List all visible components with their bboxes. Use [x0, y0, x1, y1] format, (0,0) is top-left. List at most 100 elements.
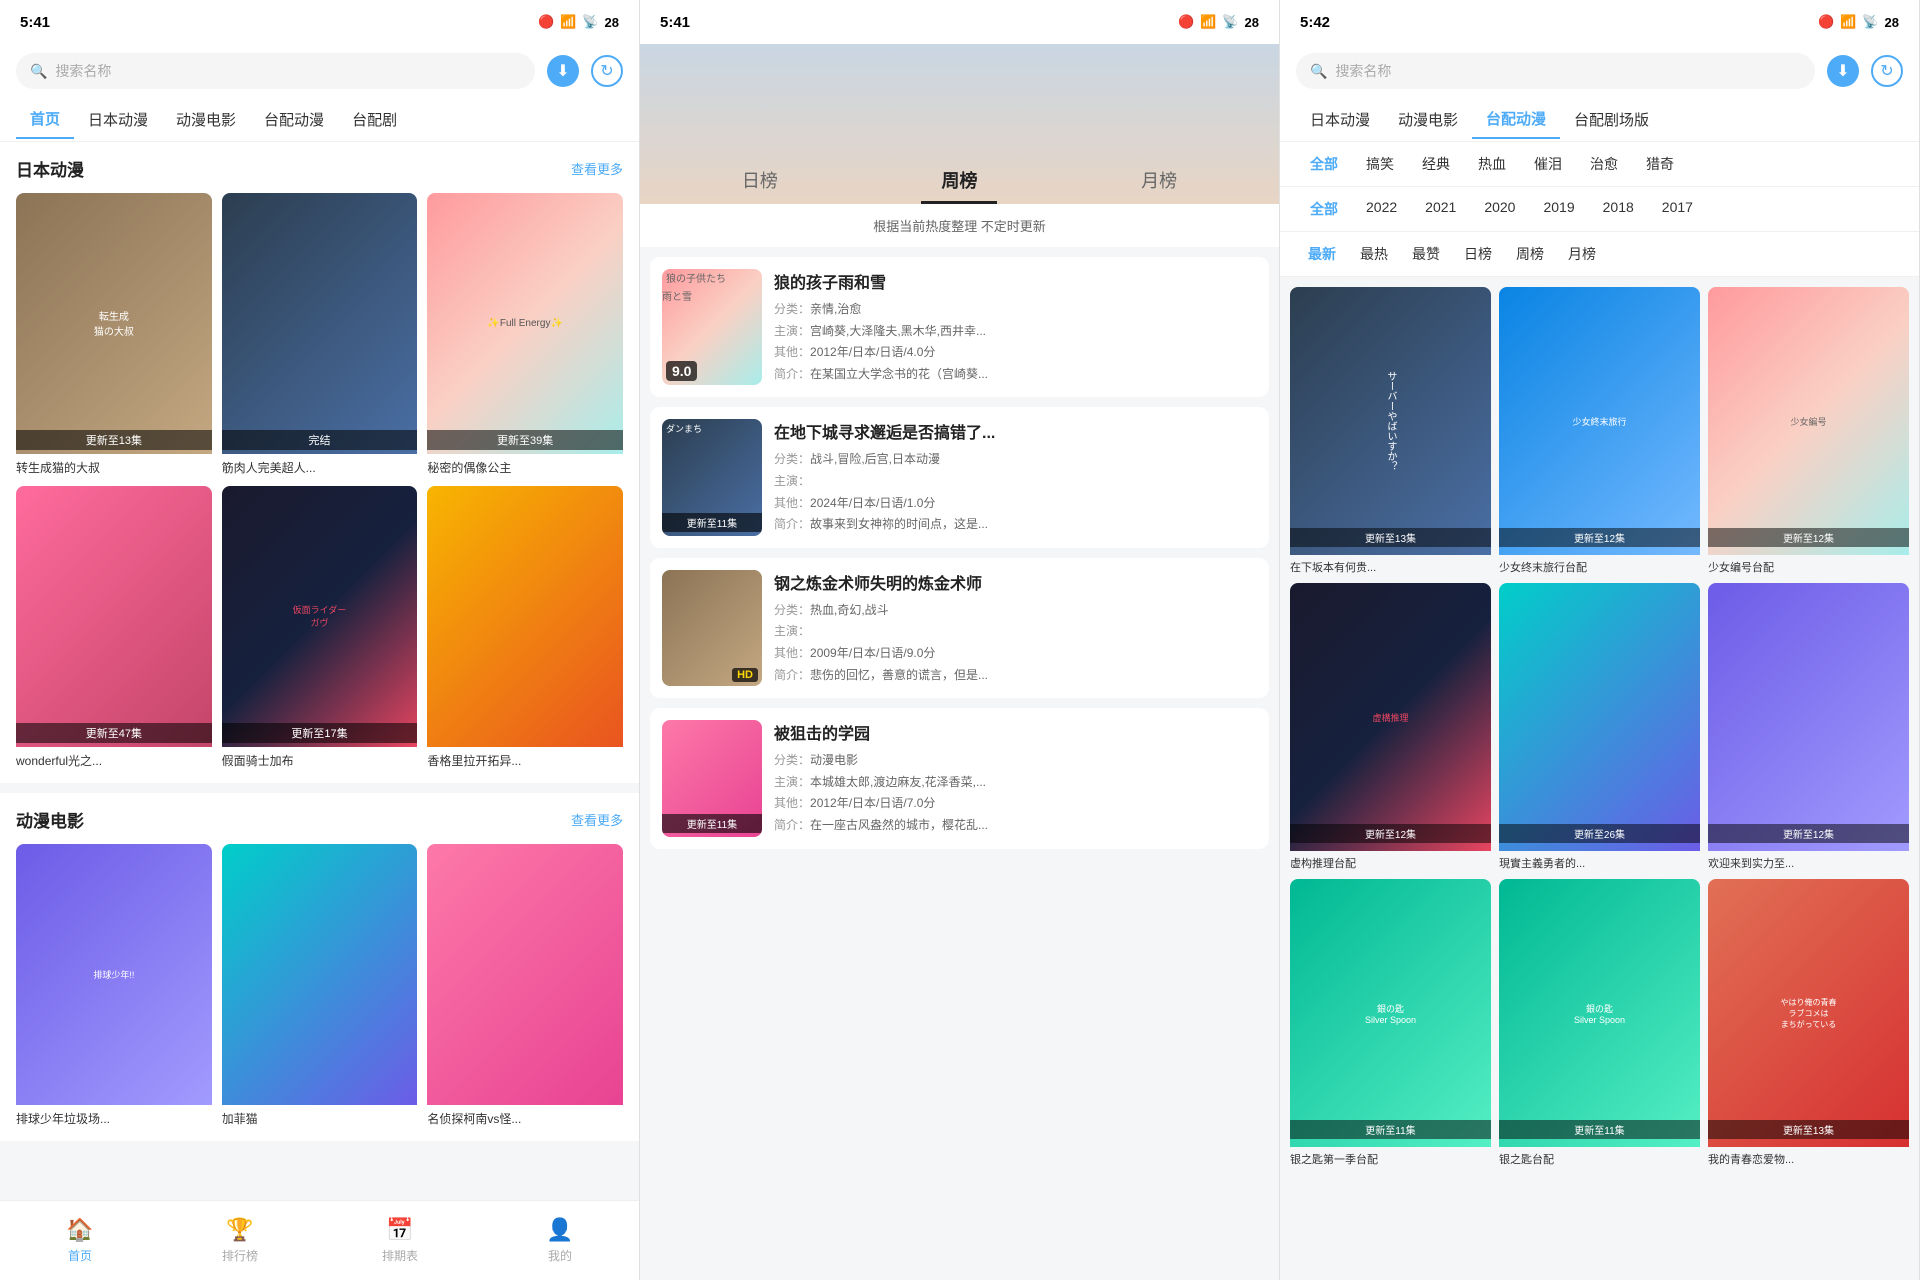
filter-healing[interactable]: 治愈 — [1576, 150, 1632, 178]
home-label-1: 首页 — [68, 1247, 92, 1264]
rank-meta-2: 分类：战斗,冒险,后宫,日本动漫 主演： 其他：2024年/日本/日语/1.0分… — [774, 449, 1257, 535]
list-item[interactable]: 完结 筋肉人完美超人... — [222, 193, 418, 476]
list-item[interactable]: サーバーやばいすか？ 更新至13集 在下坂本有何贵... — [1290, 287, 1491, 575]
search-input-wrap-1[interactable]: 🔍 搜索名称 — [16, 53, 535, 89]
anime-title-5: 假面骑士加布 — [222, 752, 418, 769]
p3-thumb-3: 少女編号 — [1708, 287, 1909, 555]
badge-5: 更新至17集 — [222, 723, 418, 743]
p3-title-8: 银之匙台配 — [1499, 1151, 1700, 1167]
rank-icon-1: 🏆 — [226, 1217, 253, 1243]
nav-schedule-1[interactable]: 📅 排期表 — [320, 1217, 480, 1264]
rank-thumb-3: HD — [662, 570, 762, 686]
search-actions-3: ⬇ ↻ — [1827, 55, 1903, 87]
search-bar-1: 🔍 搜索名称 ⬇ ↻ — [0, 44, 639, 98]
tab-tw-3[interactable]: 台配动漫 — [1472, 100, 1560, 139]
year-2017[interactable]: 2017 — [1648, 195, 1707, 223]
sort-newest[interactable]: 最新 — [1296, 240, 1348, 268]
list-item[interactable]: 少女編号 更新至12集 少女编号台配 — [1708, 287, 1909, 575]
tab-movie-3[interactable]: 动漫电影 — [1384, 101, 1472, 138]
anime-title-m1: 排球少年垃圾场... — [16, 1110, 212, 1127]
nav-profile-1[interactable]: 👤 我的 — [480, 1217, 640, 1264]
p3-thumb-2: 少女終末旅行 — [1499, 287, 1700, 555]
see-more-movie[interactable]: 查看更多 — [571, 810, 623, 829]
year-2022[interactable]: 2022 — [1352, 195, 1411, 223]
sort-hot[interactable]: 最热 — [1348, 240, 1400, 268]
list-item[interactable]: 更新至47集 wonderful光之... — [16, 486, 212, 769]
nav-home-1[interactable]: 🏠 首页 — [0, 1217, 160, 1264]
list-item[interactable]: 銀の匙Silver Spoon 更新至11集 银之匙第一季台配 — [1290, 879, 1491, 1167]
list-item[interactable]: 更新至12集 欢迎来到实力至... — [1708, 583, 1909, 871]
p3-title-7: 银之匙第一季台配 — [1290, 1151, 1491, 1167]
signal-icon-1: 📶 — [560, 14, 576, 30]
tab-twdrama-3[interactable]: 台配剧场版 — [1560, 101, 1663, 138]
year-2018[interactable]: 2018 — [1589, 195, 1648, 223]
tab-japan-1[interactable]: 日本动漫 — [74, 101, 162, 138]
search-actions-1: ⬇ ↻ — [547, 55, 623, 87]
filter-comedy[interactable]: 搞笑 — [1352, 150, 1408, 178]
filter-classic[interactable]: 经典 — [1408, 150, 1464, 178]
tab-movie-1[interactable]: 动漫电影 — [162, 101, 250, 138]
section-header-japan: 日本动漫 查看更多 — [16, 156, 623, 181]
year-2021[interactable]: 2021 — [1411, 195, 1470, 223]
hd-badge: HD — [732, 668, 758, 682]
see-more-japan[interactable]: 查看更多 — [571, 159, 623, 178]
sort-like[interactable]: 最赞 — [1400, 240, 1452, 268]
rank-item-4[interactable]: 更新至11集 被狙击的学园 分类：动漫电影 主演：本城雄太郎,渡边麻友,花泽香菜… — [650, 708, 1269, 848]
p3-badge-2: 更新至12集 — [1499, 528, 1700, 547]
badge-3: 更新至39集 — [427, 430, 623, 450]
download-btn-1[interactable]: ⬇ — [547, 55, 579, 87]
list-item[interactable]: 香格里拉开拓异... — [427, 486, 623, 769]
list-item[interactable]: 銀の匙Silver Spoon 更新至11集 银之匙台配 — [1499, 879, 1700, 1167]
search-placeholder-3: 搜索名称 — [1335, 61, 1391, 81]
bottom-nav-1: 🏠 首页 🏆 排行榜 📅 排期表 👤 我的 — [0, 1200, 640, 1280]
list-item[interactable]: 転生成猫の大叔 更新至13集 转生成猫的大叔 — [16, 193, 212, 476]
refresh-btn-3[interactable]: ↻ — [1871, 55, 1903, 87]
sort-weekly[interactable]: 周榜 — [1504, 240, 1556, 268]
filter-gore[interactable]: 猎奇 — [1632, 150, 1688, 178]
list-item[interactable]: 名侦探柯南vs怪... — [427, 844, 623, 1127]
tab-tw-1[interactable]: 台配动漫 — [250, 101, 338, 138]
search-bar-3: 🔍 搜索名称 ⬇ ↻ — [1280, 44, 1919, 98]
sort-daily[interactable]: 日榜 — [1452, 240, 1504, 268]
list-item[interactable]: 虚構推理 更新至12集 虚构推理台配 — [1290, 583, 1491, 871]
p3-thumb-4: 虚構推理 — [1290, 583, 1491, 851]
rank-item-3[interactable]: HD 钢之炼金术师失明的炼金术师 分类：热血,奇幻,战斗 主演： 其他：2009… — [650, 558, 1269, 698]
year-2019[interactable]: 2019 — [1529, 195, 1588, 223]
rank-info-2: 在地下城寻求邂逅是否搞错了... 分类：战斗,冒险,后宫,日本动漫 主演： 其他… — [774, 419, 1257, 535]
list-item[interactable]: 仮面ライダーガヴ 更新至17集 假面骑士加布 — [222, 486, 418, 769]
list-item[interactable]: 更新至26集 現實主義勇者的... — [1499, 583, 1700, 871]
year-2020[interactable]: 2020 — [1470, 195, 1529, 223]
tab-twdrama-1[interactable]: 台配剧 — [338, 101, 411, 138]
download-btn-3[interactable]: ⬇ — [1827, 55, 1859, 87]
p3-badge-3: 更新至12集 — [1708, 528, 1909, 547]
nav-rank-1[interactable]: 🏆 排行榜 — [160, 1217, 320, 1264]
tab-monthly[interactable]: 月榜 — [1121, 159, 1197, 204]
list-item[interactable]: 少女終末旅行 更新至12集 少女终末旅行台配 — [1499, 287, 1700, 575]
filter-all[interactable]: 全部 — [1296, 150, 1352, 178]
rank-subtitle: 根据当前热度整理 不定时更新 — [640, 204, 1279, 247]
refresh-btn-1[interactable]: ↻ — [591, 55, 623, 87]
year-all[interactable]: 全部 — [1296, 195, 1352, 223]
tab-japan-3[interactable]: 日本动漫 — [1296, 101, 1384, 138]
profile-label-1: 我的 — [548, 1247, 572, 1264]
rank-item-1[interactable]: 狼の子供たち雨と雪 9.0 狼的孩子雨和雪 分类：亲情,治愈 主演：宫崎葵,大泽… — [650, 257, 1269, 397]
schedule-label-1: 排期表 — [382, 1247, 418, 1264]
anime-title-4: wonderful光之... — [16, 752, 212, 769]
list-item[interactable]: 加菲猫 — [222, 844, 418, 1127]
sort-monthly[interactable]: 月榜 — [1556, 240, 1608, 268]
filter-tear[interactable]: 催泪 — [1520, 150, 1576, 178]
tab-weekly[interactable]: 周榜 — [921, 159, 997, 204]
tab-daily[interactable]: 日榜 — [722, 159, 798, 204]
list-item[interactable]: ✨Full Energy✨ 更新至39集 秘密的偶像公主 — [427, 193, 623, 476]
rank-item-2[interactable]: ダンまち 更新至11集 在地下城寻求邂逅是否搞错了... 分类：战斗,冒险,后宫… — [650, 407, 1269, 547]
list-item[interactable]: やはり俺の青春ラブコメはまちがっている 更新至13集 我的青春恋爱物... — [1708, 879, 1909, 1167]
rank-meta-1: 分类：亲情,治愈 主演：宫崎葵,大泽隆夫,黑木华,西井幸... 其他：2012年… — [774, 299, 1257, 385]
status-dot-1: 🔴 — [538, 14, 554, 30]
rank-title-3: 钢之炼金术师失明的炼金术师 — [774, 570, 1257, 594]
rank-list-inner: 狼の子供たち雨と雪 9.0 狼的孩子雨和雪 分类：亲情,治愈 主演：宫崎葵,大泽… — [640, 247, 1279, 869]
tab-home-1[interactable]: 首页 — [16, 100, 74, 139]
search-input-wrap-3[interactable]: 🔍 搜索名称 — [1296, 53, 1815, 89]
filter-action[interactable]: 热血 — [1464, 150, 1520, 178]
p3-title-6: 欢迎来到实力至... — [1708, 855, 1909, 871]
list-item[interactable]: 排球少年!! 排球少年垃圾场... — [16, 844, 212, 1127]
